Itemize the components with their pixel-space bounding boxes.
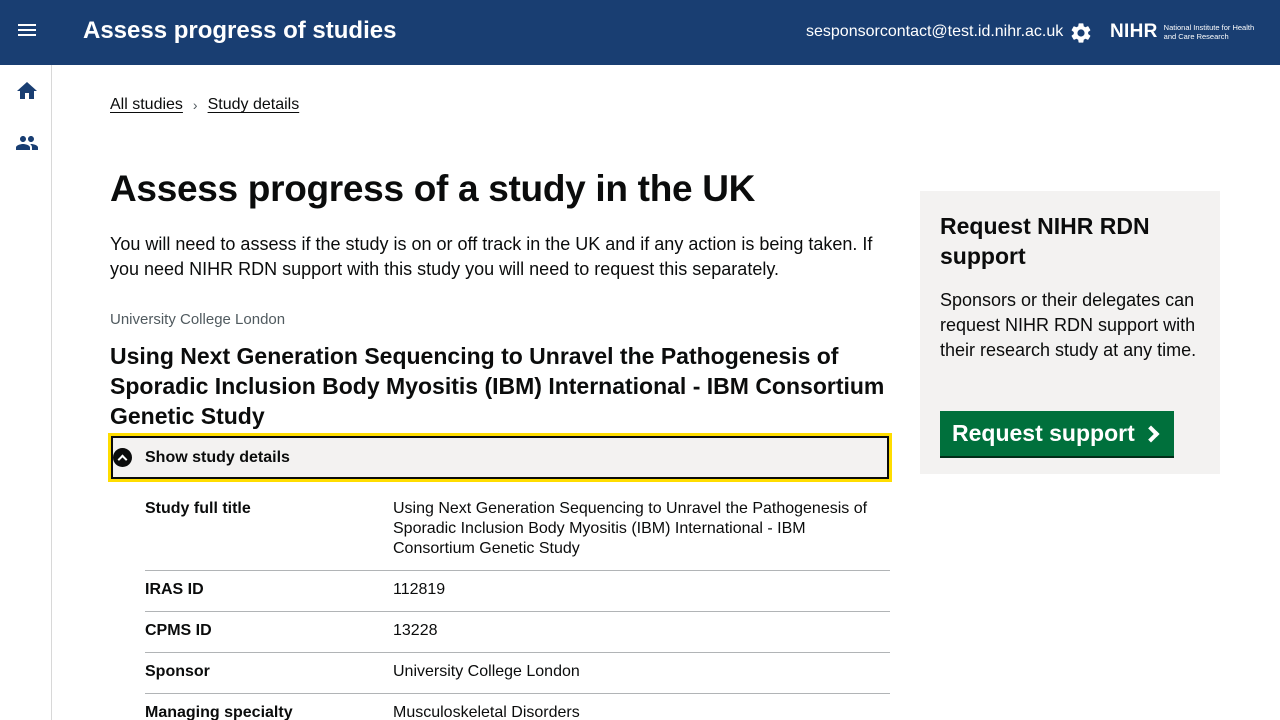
- support-panel-body: Sponsors or their delegates can request …: [940, 290, 1197, 360]
- detail-row: Study full title Using Next Generation S…: [145, 490, 890, 571]
- user-email: sesponsorcontact@test.id.nihr.ac.uk: [806, 23, 1064, 40]
- logo-subtitle: National Institute for Health and Care R…: [1163, 23, 1255, 41]
- detail-row: CPMS ID 13228: [145, 612, 890, 653]
- breadcrumb-all-studies[interactable]: All studies: [110, 96, 183, 114]
- organisation-caption: University College London: [110, 311, 286, 328]
- gear-icon[interactable]: [1069, 21, 1093, 45]
- detail-row: Sponsor University College London: [145, 653, 890, 694]
- detail-value: 13228: [393, 622, 438, 639]
- detail-row: IRAS ID 112819: [145, 571, 890, 612]
- show-study-details-toggle[interactable]: Show study details: [108, 433, 892, 482]
- top-header: Assess progress of studies sesponsorcont…: [0, 0, 1280, 65]
- detail-key: IRAS ID: [145, 581, 204, 598]
- detail-key: Sponsor: [145, 663, 210, 680]
- detail-value: Musculoskeletal Disorders: [393, 704, 580, 720]
- detail-key: Study full title: [145, 500, 251, 517]
- home-icon[interactable]: [14, 79, 40, 103]
- side-navigation: [0, 65, 52, 720]
- breadcrumb-study-details[interactable]: Study details: [208, 96, 300, 114]
- chevron-up-circle-icon: [113, 448, 132, 467]
- request-support-button[interactable]: Request support: [940, 411, 1174, 456]
- study-title: Using Next Generation Sequencing to Unra…: [110, 343, 885, 429]
- menu-icon[interactable]: [14, 21, 40, 45]
- breadcrumb: All studies › Study details: [110, 96, 299, 114]
- chevron-right-icon: [1142, 425, 1160, 442]
- detail-key: Managing specialty: [145, 704, 293, 720]
- intro-text: You will need to assess if the study is …: [110, 234, 873, 279]
- request-support-label: Request support: [952, 420, 1135, 446]
- detail-row: Managing specialty Musculoskeletal Disor…: [145, 694, 890, 720]
- logo-mark: NIHR: [1110, 21, 1158, 42]
- study-details-list: Study full title Using Next Generation S…: [145, 490, 890, 720]
- detail-value: University College London: [393, 663, 580, 680]
- chevron-right-icon: ›: [192, 97, 198, 113]
- support-panel-title: Request NIHR RDN support: [940, 213, 1150, 269]
- detail-value: Using Next Generation Sequencing to Unra…: [393, 500, 868, 557]
- nihr-logo[interactable]: NIHR National Institute for Health and C…: [1110, 18, 1270, 46]
- detail-key: CPMS ID: [145, 622, 212, 639]
- detail-value: 112819: [393, 581, 446, 598]
- people-icon[interactable]: [14, 131, 40, 155]
- support-panel: Request NIHR RDN support Sponsors or the…: [920, 191, 1220, 474]
- page-title: Assess progress of a study in the UK: [110, 168, 756, 209]
- app-title[interactable]: Assess progress of studies: [83, 17, 396, 45]
- details-toggle-label: Show study details: [145, 449, 290, 466]
